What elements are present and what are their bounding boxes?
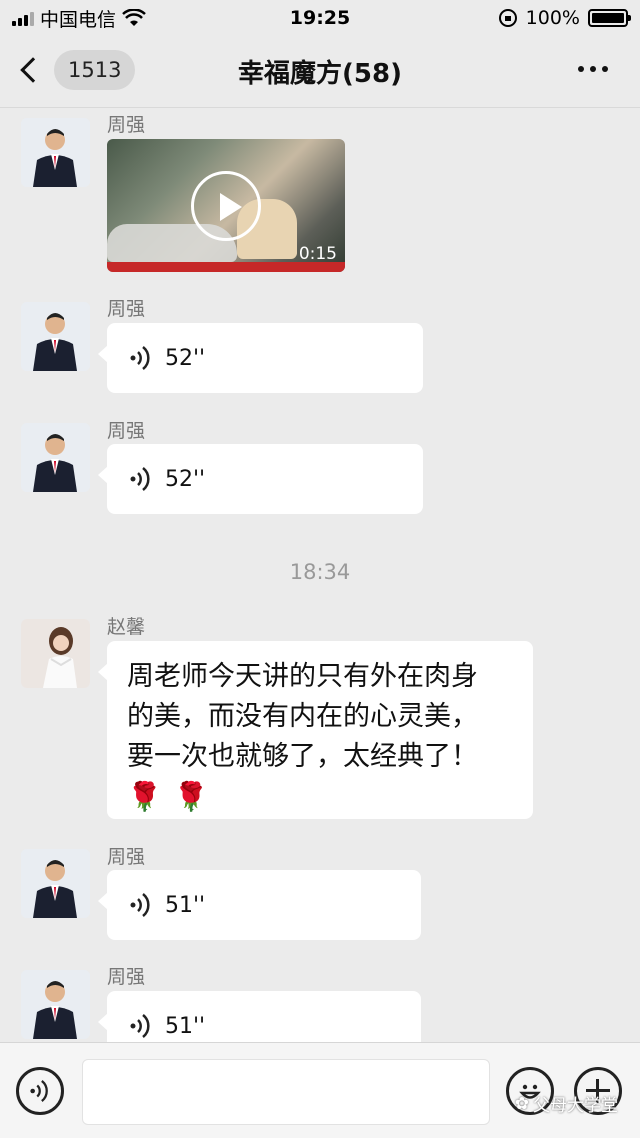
signal-icon bbox=[12, 10, 34, 26]
voice-message-bubble[interactable]: 51'' bbox=[98, 870, 421, 940]
voice-message-bubble[interactable]: 51'' bbox=[98, 991, 421, 1042]
status-left: 中国电信 bbox=[12, 5, 146, 32]
voice-message-bubble[interactable]: 52'' bbox=[98, 323, 423, 393]
status-bar: 中国电信 19:25 100% bbox=[0, 0, 640, 36]
voice-duration: 51'' bbox=[165, 1013, 206, 1039]
unread-count-badge: 1513 bbox=[54, 50, 136, 90]
voice-wave-icon bbox=[130, 467, 150, 491]
message-line: 的美，而没有内在的心灵美， bbox=[127, 701, 478, 732]
input-bar: ✿ 父母大学堂 bbox=[0, 1042, 640, 1138]
sender-name: 周强 bbox=[107, 966, 146, 988]
message-line: 要一次也就够了，太经典了！ bbox=[127, 741, 478, 772]
avatar[interactable] bbox=[21, 302, 90, 371]
message-line: 周老师今天讲的只有外在肉身 bbox=[127, 661, 478, 692]
video-duration: 0:15 bbox=[298, 244, 337, 264]
voice-duration: 52'' bbox=[165, 345, 206, 371]
sender-name: 周强 bbox=[107, 420, 146, 442]
voice-wave-icon bbox=[130, 346, 150, 370]
rose-emoji: 🌹🌹 bbox=[127, 780, 221, 813]
voice-wave-icon bbox=[130, 1014, 150, 1038]
chat-title: 幸福魔方(58) bbox=[238, 59, 402, 89]
voice-wave-icon bbox=[130, 893, 150, 917]
avatar[interactable] bbox=[21, 118, 90, 187]
voice-duration: 52'' bbox=[165, 466, 206, 492]
wechat-logo-icon: ✿ bbox=[514, 1093, 529, 1114]
video-thumbnail[interactable]: 0:15 bbox=[107, 139, 345, 272]
watermark-text: 父母大学堂 bbox=[533, 1096, 618, 1116]
voice-duration: 51'' bbox=[165, 892, 206, 918]
avatar[interactable] bbox=[21, 849, 90, 918]
status-right: 100% bbox=[498, 7, 631, 29]
back-button[interactable]: 1513 bbox=[20, 50, 136, 90]
avatar[interactable] bbox=[21, 970, 90, 1039]
voice-input-toggle[interactable] bbox=[16, 1067, 64, 1115]
text-message-bubble[interactable]: 周老师今天讲的只有外在肉身 的美，而没有内在的心灵美， 要一次也就够了，太经典了… bbox=[98, 641, 533, 819]
play-icon[interactable] bbox=[191, 171, 261, 241]
voice-message-bubble[interactable]: 52'' bbox=[98, 444, 423, 514]
sender-name: 周强 bbox=[107, 846, 146, 868]
voice-wave-icon bbox=[30, 1080, 48, 1102]
wifi-icon bbox=[122, 9, 146, 26]
orientation-lock-icon bbox=[498, 9, 517, 27]
sender-name: 周强 bbox=[107, 298, 146, 320]
time-divider: 18:34 bbox=[289, 560, 351, 584]
battery-percent: 100% bbox=[525, 7, 580, 29]
battery-icon bbox=[588, 9, 631, 27]
message-input[interactable] bbox=[82, 1059, 490, 1125]
carrier-label: 中国电信 bbox=[40, 8, 117, 31]
avatar[interactable] bbox=[21, 423, 90, 492]
chat-area[interactable]: 周强 0:15 周强 52'' 周强 52'' 18:34 赵馨 周老师今天讲的… bbox=[0, 108, 640, 1042]
watermark: ✿ 父母大学堂 bbox=[514, 1091, 618, 1117]
sender-name: 赵馨 bbox=[107, 616, 146, 638]
more-icon[interactable] bbox=[578, 66, 608, 72]
nav-bar: 1513 幸福魔方(58) bbox=[0, 36, 640, 108]
avatar[interactable] bbox=[21, 619, 90, 688]
chevron-left-icon bbox=[20, 57, 46, 83]
sender-name: 周强 bbox=[107, 114, 146, 136]
